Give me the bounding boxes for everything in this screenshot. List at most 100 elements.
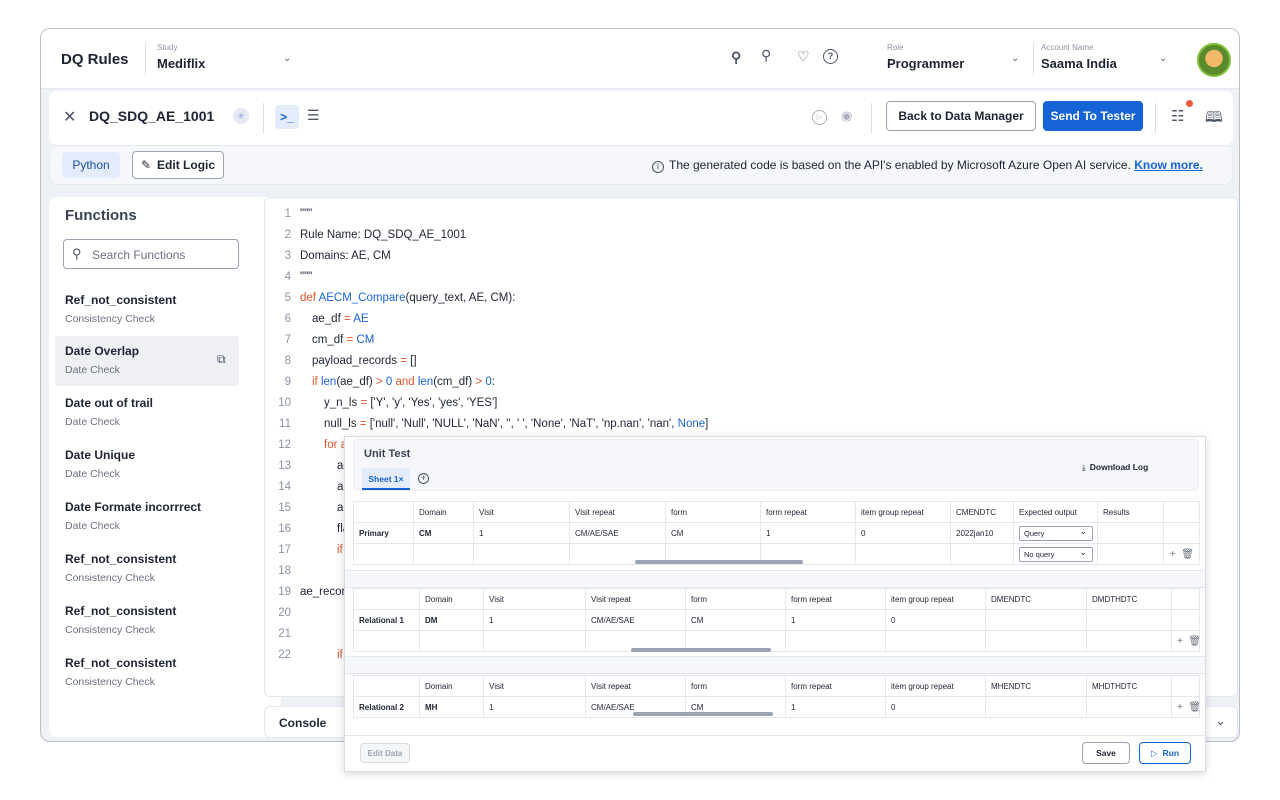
edit-logic-label: Edit Logic <box>157 158 216 172</box>
chevron-down-icon: ⌄ <box>1159 53 1168 64</box>
line-number: 21 <box>278 628 291 640</box>
pencil-icon: ✎ <box>140 158 152 172</box>
run-button[interactable]: ▷ Run <box>1139 742 1191 764</box>
eye-icon[interactable]: ◉ <box>841 108 852 124</box>
close-icon[interactable]: × <box>399 474 404 484</box>
account-selector[interactable]: Account Name Saama India ⌄ <box>1041 43 1181 77</box>
function-item[interactable]: Date Unique Date Check <box>55 440 239 490</box>
close-icon[interactable]: ✕ <box>63 107 76 127</box>
line-number: 22 <box>278 649 291 661</box>
back-to-data-manager-button[interactable]: Back to Data Manager <box>886 101 1036 131</box>
code-line: Domains: AE, CM <box>300 250 391 262</box>
expected-output-select[interactable]: Query <box>1019 525 1093 541</box>
info-icon: i <box>652 161 664 173</box>
account-label: Account Name <box>1041 43 1094 52</box>
line-number: 10 <box>278 397 291 409</box>
line-number: 14 <box>278 481 291 493</box>
location-icon[interactable]: ⚲ <box>761 47 771 64</box>
code-line: payload_records = [] <box>312 355 417 367</box>
primary-table: Domain Visit Visit repeat form form repe… <box>353 501 1200 565</box>
avatar[interactable] <box>1197 43 1231 77</box>
role-selector[interactable]: Role Programmer ⌄ <box>887 43 1029 77</box>
chevron-down-icon[interactable]: ⌄ <box>1215 713 1226 729</box>
line-number: 6 <box>284 313 291 325</box>
send-to-tester-button[interactable]: Send To Tester <box>1043 101 1143 131</box>
notification-dot <box>1186 100 1193 107</box>
terminal-icon[interactable]: >_ <box>275 105 299 129</box>
line-number: 18 <box>278 565 291 577</box>
divider <box>1033 43 1034 75</box>
horizontal-scrollbar[interactable] <box>635 560 803 564</box>
horizontal-scrollbar[interactable] <box>631 648 771 652</box>
line-number: 11 <box>279 418 291 430</box>
relational-2-table: Domain Visit Visit repeat form form repe… <box>353 675 1200 718</box>
search-placeholder: Search Functions <box>92 248 186 262</box>
download-log-button[interactable]: ⤓ Download Log <box>1082 462 1148 473</box>
code-line: """ <box>300 271 313 283</box>
function-item[interactable]: Ref_not_consistent Consistency Check <box>55 596 239 646</box>
line-number: 3 <box>284 250 291 262</box>
divider <box>1155 103 1156 133</box>
save-button[interactable]: Save <box>1082 742 1130 764</box>
line-number: 9 <box>284 376 291 388</box>
play-icon[interactable]: ▷ <box>812 110 827 125</box>
add-row-icon[interactable]: + <box>1177 702 1183 713</box>
function-item[interactable]: Ref_not_consistent Consistency Check <box>55 648 239 698</box>
code-line: if len(ae_df) > 0 and len(cm_df) > 0: <box>312 376 495 388</box>
tab-python[interactable]: Python <box>62 152 120 178</box>
section-gap <box>345 570 1205 588</box>
add-sheet-icon[interactable]: + <box>418 473 429 484</box>
role-value: Programmer <box>887 56 965 71</box>
edit-data-button[interactable]: Edit Data <box>360 743 410 763</box>
know-more-link[interactable]: Know more. <box>1134 158 1203 172</box>
search-functions-input[interactable]: ⚲ Search Functions <box>63 239 239 269</box>
book-icon[interactable]: 🕮 <box>1205 107 1223 132</box>
section-gap <box>345 656 1205 674</box>
notice-text: The generated code is based on the API's… <box>669 158 1131 172</box>
copy-icon[interactable]: ⧉ <box>217 352 226 367</box>
unit-test-panel: Unit Test Sheet 1× + ⤓ Download Log Domai… <box>344 436 1206 772</box>
line-number: 19 <box>278 586 291 598</box>
filter-settings-icon[interactable]: ☷ <box>1171 107 1184 125</box>
app-title: DQ Rules <box>61 51 129 68</box>
line-number: 16 <box>278 523 291 535</box>
chevron-down-icon: ⌄ <box>283 53 292 64</box>
add-row-icon[interactable]: + <box>1177 636 1183 647</box>
unit-test-footer: Edit Data Save ▷ Run <box>345 735 1205 771</box>
layers-icon[interactable]: ☰ <box>307 107 320 124</box>
download-icon: ⤓ <box>1082 462 1086 472</box>
line-number: 12 <box>278 439 291 451</box>
search-icon: ⚲ <box>72 246 82 261</box>
help-icon[interactable]: ? <box>823 49 838 64</box>
info-bar: Python ✎ Edit Logic i The generated code … <box>49 145 1233 185</box>
study-selector[interactable]: Study Mediflix ⌄ <box>157 43 297 77</box>
table-row[interactable]: Primary CM 1 CM/AE/SAE CM 1 0 2022jan10 … <box>353 522 1200 544</box>
code-line: y_n_ls = ['Y', 'y', 'Yes', 'yes', 'YES'] <box>324 397 498 409</box>
function-item[interactable]: Ref_not_consistent Consistency Check <box>55 285 239 335</box>
trash-icon[interactable]: 🗑 <box>1188 702 1198 713</box>
edit-logic-button[interactable]: ✎ Edit Logic <box>132 151 224 179</box>
table-row[interactable]: Relational 2 MH 1 CM/AE/SAE CM 1 0 + 🗑 <box>353 696 1200 718</box>
expected-output-select[interactable]: No query <box>1019 546 1093 562</box>
function-item[interactable]: Ref_not_consistent Consistency Check <box>55 544 239 594</box>
table-row[interactable]: + 🗑 <box>353 630 1200 652</box>
horizontal-scrollbar[interactable] <box>633 712 773 716</box>
copilot-icon[interactable]: ⚲ <box>731 49 741 66</box>
function-item-selected[interactable]: Date Overlap Date Check ⧉ <box>55 336 239 386</box>
status-icon: ✳ <box>233 108 249 124</box>
add-row-icon[interactable]: + <box>1170 549 1176 560</box>
unit-test-title: Unit Test <box>364 448 411 460</box>
trash-icon[interactable]: 🗑 <box>1188 636 1198 647</box>
divider <box>263 103 264 133</box>
trash-icon[interactable]: 🗑 <box>1181 549 1194 560</box>
divider <box>145 43 146 75</box>
table-header-row: Domain Visit Visit repeat form form repe… <box>353 501 1200 523</box>
function-item[interactable]: Date out of trail Date Check <box>55 388 239 438</box>
bell-icon[interactable]: ♡ <box>797 48 810 65</box>
code-line: ae_recor <box>300 586 346 598</box>
table-header-row: Domain Visit Visit repeat form form repe… <box>353 675 1200 697</box>
function-item[interactable]: Date Formate incorrrect Date Check <box>55 492 239 542</box>
unit-test-header: Unit Test Sheet 1× + ⤓ Download Log <box>353 439 1199 491</box>
table-row[interactable]: Relational 1 DM 1 CM/AE/SAE CM 1 0 <box>353 609 1200 631</box>
tab-sheet-1[interactable]: Sheet 1× <box>362 468 410 490</box>
